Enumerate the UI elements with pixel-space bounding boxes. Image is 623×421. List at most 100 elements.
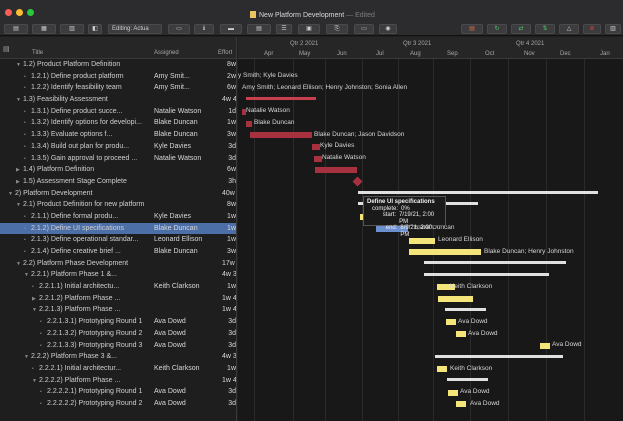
style-button[interactable]: ☰ [276, 24, 292, 34]
row-effort-cell[interactable]: 1d [222, 106, 236, 118]
outline-pane[interactable]: ▤ Title Assigned Effort ▼ 1.2) Product Pl… [0, 37, 237, 421]
row-effort-cell[interactable]: 3d [222, 316, 236, 328]
row-title-cell[interactable]: • 2.2.2.2.2) Prototyping Round 2 [0, 398, 150, 411]
outline-row[interactable]: ▼2.2.2.2) Platform Phase ...1w 4d [0, 375, 236, 387]
view-mode-outline-button[interactable]: ▤ [4, 24, 28, 34]
row-assigned-cell[interactable]: Kyle Davies [154, 141, 222, 153]
row-effort-cell[interactable]: 1w 4d [222, 375, 236, 387]
row-assigned-cell[interactable]: Keith Clarkson [154, 363, 222, 375]
row-effort-cell[interactable]: 40w ... [222, 188, 236, 200]
row-effort-cell[interactable]: 1w [222, 281, 236, 293]
task-bar[interactable] [438, 296, 473, 302]
task-bar[interactable] [540, 342, 550, 349]
outline-row[interactable]: ▼ 1.2) Product Platform Definition 8w [0, 59, 236, 71]
outline-row[interactable]: • 2.1.3) Define operational standar... Leo… [0, 234, 236, 246]
zoom-window-button[interactable] [27, 9, 34, 16]
add-task-button[interactable]: ▤ [461, 24, 483, 34]
inspector-button[interactable]: ▥ [605, 24, 621, 34]
row-effort-cell[interactable]: 6w [222, 82, 236, 94]
milestone-diamond[interactable] [352, 176, 363, 187]
outline-row[interactable]: ▶ 1.4) Platform Definition 6w [0, 164, 236, 176]
row-effort-cell[interactable]: 3d [222, 386, 236, 398]
violations-button[interactable]: ▤ [247, 24, 271, 34]
outline-row[interactable]: • 1.2.2) Identify feasibility team Amy Smi… [0, 82, 236, 94]
outline-row[interactable]: • 2.1.1) Define formal produ... Kyle Davie… [0, 211, 236, 223]
outline-row[interactable]: ▶2.2.1.2) Platform Phase ...1w 4d [0, 293, 236, 305]
editing-mode-select[interactable]: Editing: Actua [108, 24, 162, 34]
row-effort-cell[interactable]: 3d [222, 340, 236, 352]
row-effort-cell[interactable]: 3d [222, 141, 236, 153]
row-assigned-cell[interactable]: Keith Clarkson [154, 281, 222, 293]
outline-row[interactable]: ▼2.2.2) Platform Phase 3 &...4w 3d [0, 351, 236, 363]
capture-button[interactable]: ◉ [379, 24, 397, 34]
task-bar[interactable] [437, 366, 447, 373]
outline-row[interactable]: • 2.2.2.1) Initial architectur... Keith Cl… [0, 363, 236, 375]
share-button[interactable]: ⎘ [326, 24, 348, 34]
outline-row[interactable]: • 2.2.1.3.2) Prototyping Round 2 Ava Dowd 3… [0, 328, 236, 340]
format-button[interactable]: ▭ [354, 24, 374, 34]
row-assigned-cell[interactable]: Ava Dowd [154, 328, 222, 340]
row-assigned-cell[interactable]: Ava Dowd [154, 316, 222, 328]
outline-row[interactable]: • 2.2.2.2.2) Prototyping Round 2 Ava Dowd 3… [0, 398, 236, 411]
row-effort-cell[interactable]: 2w [222, 71, 236, 83]
row-assigned-cell[interactable]: Amy Smit... [154, 82, 222, 94]
task-bar[interactable] [314, 155, 322, 162]
row-assigned-cell[interactable]: Kyle Davies [154, 211, 222, 223]
summary-bar[interactable] [424, 272, 549, 276]
row-effort-cell[interactable]: 1w [222, 223, 236, 235]
task-bar[interactable] [456, 401, 466, 408]
outline-row[interactable]: • 2.1.4) Define creative brief ... Blake D… [0, 246, 236, 258]
summary-bar[interactable] [246, 97, 316, 101]
row-assigned-cell[interactable]: Blake Duncan [154, 129, 222, 141]
row-assigned-cell[interactable]: Natalie Watson [154, 106, 222, 118]
outline-row[interactable]: • 1.3.1) Define product succe... Natalie W… [0, 106, 236, 118]
row-assigned-cell[interactable]: Ava Dowd [154, 398, 222, 410]
task-bar[interactable] [456, 331, 466, 338]
outline-row[interactable]: • 2.2.1.3.3) Prototyping Round 3 Ava Dowd 3… [0, 340, 236, 352]
stop-button[interactable]: ⊘ [583, 24, 601, 34]
row-assigned-cell[interactable]: Ava Dowd [154, 340, 222, 352]
outline-row[interactable]: ▼2) Platform Development40w ... [0, 188, 236, 200]
close-window-button[interactable] [5, 9, 12, 16]
info-button[interactable]: ℹ [194, 24, 214, 34]
row-effort-cell[interactable]: 1w [222, 211, 236, 223]
view-mode-resource-button[interactable]: ▦ [32, 24, 56, 34]
row-effort-cell[interactable]: 1w [222, 363, 236, 375]
summary-bar[interactable] [424, 260, 566, 264]
row-effort-cell[interactable]: 1w [222, 234, 236, 246]
outdent-button[interactable]: ⇅ [535, 24, 555, 34]
task-bar[interactable] [250, 132, 312, 139]
row-assigned-cell[interactable]: Natalie Watson [154, 153, 222, 165]
minimize-window-button[interactable] [16, 9, 23, 16]
view-mode-network-button[interactable]: ▥ [60, 24, 84, 34]
outline-row[interactable]: • 2.2.1.1) Initial architectu... Keith Cla… [0, 281, 236, 293]
row-effort-cell[interactable]: 4w 4d 3h [222, 94, 236, 106]
row-assigned-cell[interactable]: Amy Smit... [154, 71, 222, 83]
outline-row[interactable]: • 2.1.2) Define UI specifications Blake Du… [0, 222, 236, 235]
outline-row[interactable]: ▼2.2) Platform Phase Development17w 1d [0, 258, 236, 270]
row-assigned-cell[interactable]: Leonard Ellison [154, 234, 222, 246]
column-settings-icon[interactable]: ▤ [3, 45, 10, 53]
connect-button[interactable]: ⇄ [511, 24, 531, 34]
row-effort-cell[interactable]: 3w [222, 129, 236, 141]
row-effort-cell[interactable]: 17w 1d [222, 258, 236, 270]
gantt-chart[interactable]: y Smith; Kyle Davies Amy Smith; Leonard E… [238, 59, 623, 421]
task-bar[interactable] [448, 389, 458, 396]
summary-bar[interactable] [358, 190, 598, 194]
outline-row[interactable]: • 2.2.2.2.1) Prototyping Round 1 Ava Dowd 3… [0, 386, 236, 398]
column-effort[interactable]: Effort [218, 50, 232, 56]
summary-bar[interactable] [445, 307, 486, 311]
level-button[interactable]: ▬ [220, 24, 242, 34]
indent-button[interactable]: ↻ [487, 24, 507, 34]
outline-row[interactable]: ▶ 1.5) Assessment Stage Complete 3h [0, 176, 236, 188]
task-bar[interactable] [409, 249, 481, 256]
row-effort-cell[interactable]: 8w [222, 199, 236, 211]
row-effort-cell[interactable]: 3d [222, 153, 236, 165]
outline-row[interactable]: • 1.3.5) Gain approval to proceed ... Nata… [0, 153, 236, 165]
task-bar[interactable] [446, 319, 456, 326]
outline-row[interactable]: • 1.2.1) Define product platform Amy Smit.… [0, 71, 236, 83]
view-mode-calendar-button[interactable]: ◧ [88, 24, 102, 34]
row-effort-cell[interactable]: 4w 3d [222, 351, 236, 363]
import-button[interactable]: ▣ [298, 24, 320, 34]
row-assigned-cell[interactable]: Blake Duncan [154, 223, 222, 235]
